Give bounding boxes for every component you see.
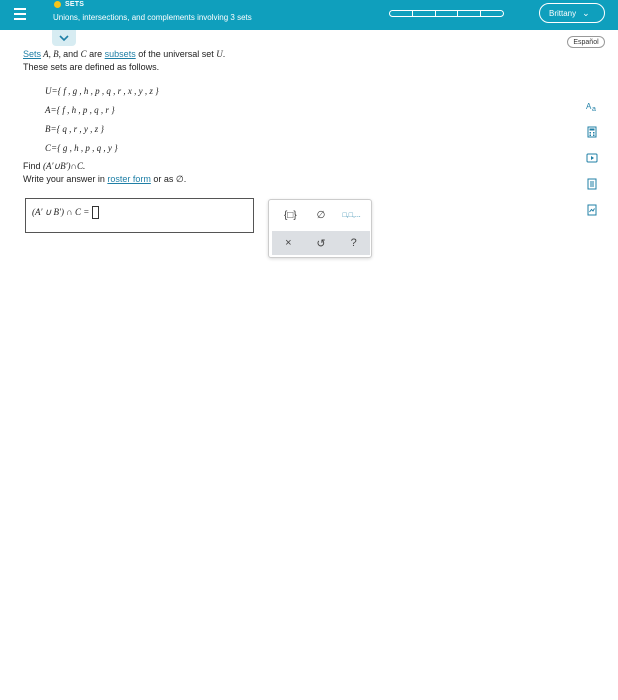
write-prefix: Write your answer in [23, 174, 108, 184]
page-title: Unions, intersections, and complements i… [53, 13, 252, 22]
answer-prefix: (A′ ∪ B′) ∩ C = [32, 207, 90, 217]
answer-expression: (A′ ∪ B′) ∩ C = [32, 206, 100, 219]
topic-status-dot [54, 1, 61, 8]
subsets-link[interactable]: subsets [105, 49, 136, 59]
progress-segment [436, 11, 459, 16]
empty-set-button[interactable]: ∅ [308, 206, 334, 224]
set-definitions: U={ f , g , h , p , q , r , x , y , z } … [45, 82, 323, 158]
menu-icon[interactable] [14, 8, 26, 20]
translate-icon[interactable]: Aa [584, 98, 600, 114]
find-line: Find (A′∪B′)∩C. [23, 160, 323, 173]
answer-input[interactable]: (A′ ∪ B′) ∩ C = [25, 198, 254, 233]
progress-segment [458, 11, 482, 16]
tool-row-actions: × ↺ ? [272, 231, 370, 255]
tool-row-symbols: {□} ∅ □,□,... [269, 204, 373, 226]
progress-segment [413, 11, 436, 16]
chevron-down-icon: ⌄ [582, 7, 590, 18]
top-bar: SETS Unions, intersections, and compleme… [0, 0, 618, 30]
problem-statement: Sets A, B, and C are subsets of the univ… [23, 48, 323, 186]
answer-entry-slot[interactable] [92, 206, 100, 219]
roster-form-link[interactable]: roster form [107, 174, 151, 184]
answer-tool-panel: {□} ∅ □,□,... × ↺ ? [268, 199, 372, 258]
language-button[interactable]: Español [567, 36, 605, 48]
intro-period: . [222, 49, 226, 59]
find-prefix: Find [23, 161, 44, 171]
set-c-definition: C={ g , h , p , q , y } [45, 143, 118, 153]
braces-button[interactable]: {□} [277, 206, 303, 224]
defined-line: These sets are defined as follows. [23, 62, 160, 72]
find-expression: (A′∪B′)∩C. [43, 161, 86, 171]
textbook-icon[interactable] [584, 176, 600, 192]
intro-are: are [86, 49, 105, 59]
notes-icon[interactable] [584, 202, 600, 218]
svg-text:a: a [592, 106, 596, 112]
collapse-toggle[interactable] [52, 30, 76, 46]
intro-line: Sets A, B, and C are subsets of the univ… [23, 48, 323, 61]
clear-button[interactable]: × [275, 234, 301, 252]
help-button[interactable]: ? [341, 234, 367, 252]
set-a-definition: A={ f , h , p , q , r } [45, 105, 115, 115]
topic-label: SETS [54, 1, 84, 8]
calculator-icon[interactable] [584, 124, 600, 140]
video-icon[interactable] [584, 150, 600, 166]
write-suffix: or as ∅. [150, 174, 187, 184]
set-u-definition: U={ f , g , h , p , q , r , x , y , z } [45, 86, 159, 96]
set-b-definition: B={ q , r , y , z } [45, 124, 105, 134]
write-line: Write your answer in roster form or as ∅… [23, 173, 323, 186]
topic-name: SETS [65, 1, 85, 8]
progress-segment [390, 11, 413, 16]
undo-button[interactable]: ↺ [308, 234, 334, 252]
sets-link[interactable]: Sets [23, 49, 41, 59]
progress-bar [389, 10, 504, 17]
intro-and: and [63, 49, 81, 59]
intro-of: of the universal set [135, 49, 217, 59]
list-button[interactable]: □,□,... [339, 206, 365, 224]
progress-segment [481, 11, 503, 16]
side-toolbar: Aa [584, 98, 604, 228]
set-vars: A, B, [41, 49, 64, 59]
user-name: Brittany [549, 8, 577, 18]
chevron-down-icon [59, 34, 69, 41]
user-menu-button[interactable]: Brittany ⌄ [539, 3, 605, 23]
